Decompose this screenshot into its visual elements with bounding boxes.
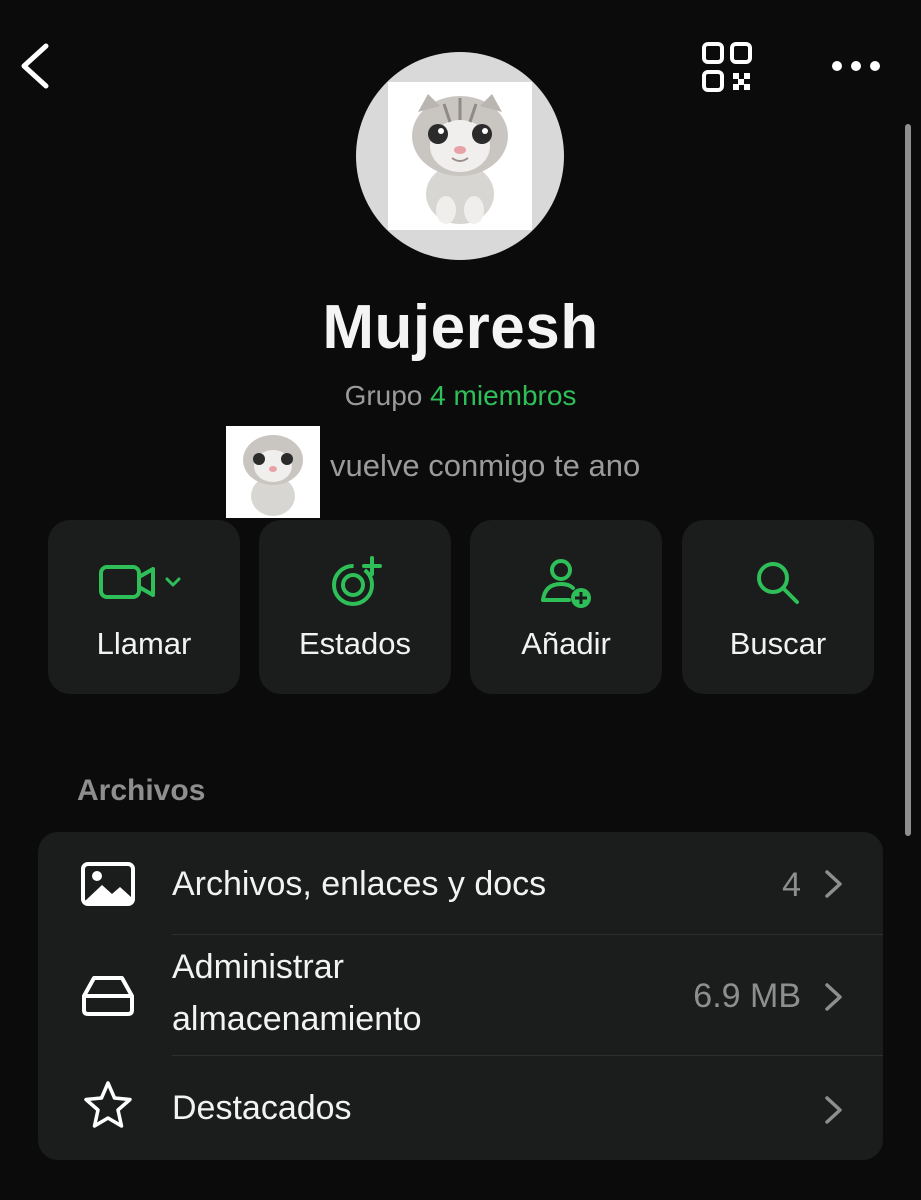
video-call-icon: [99, 565, 181, 599]
group-avatar[interactable]: [356, 52, 564, 260]
manage-storage-label-line2: almacenamiento: [172, 1000, 422, 1038]
manage-storage-row[interactable]: Administrar almacenamiento 6.9 MB: [38, 935, 883, 1055]
back-button[interactable]: [14, 40, 62, 92]
call-button[interactable]: Llamar: [48, 520, 240, 694]
starred-label: Destacados: [172, 1089, 352, 1127]
chevron-left-icon: [21, 43, 49, 89]
media-count: 4: [782, 866, 801, 904]
star-icon: [84, 1081, 132, 1128]
manage-storage-label: Administrar almacenamiento: [172, 941, 421, 1045]
kitten-photo: [388, 82, 532, 230]
group-description: vuelve conmigo te ano: [330, 448, 641, 483]
chevron-right-icon: [825, 983, 842, 1011]
members-count-link[interactable]: 4 miembros: [430, 380, 576, 411]
group-name: Mujeresh: [322, 293, 599, 362]
add-person-icon: [541, 559, 591, 608]
scrollbar[interactable]: [905, 124, 911, 836]
media-links-docs-label: Archivos, enlaces y docs: [172, 865, 547, 903]
group-type-label: Grupo: [344, 380, 423, 411]
qr-code-button[interactable]: [700, 40, 754, 94]
status-button[interactable]: Estados: [259, 520, 451, 694]
manage-storage-label-line1: Administrar: [172, 948, 344, 986]
add-member-button[interactable]: Añadir: [470, 520, 662, 694]
image-icon: [81, 862, 135, 906]
storage-size: 6.9 MB: [693, 977, 801, 1015]
storage-icon: [82, 976, 134, 1016]
add-member-button-label: Añadir: [521, 626, 611, 661]
search-button-label: Buscar: [729, 626, 827, 661]
status-button-label: Estados: [298, 626, 411, 661]
group-info-screen: Mujeresh Grupo 4 miembros vuelve conmigo…: [0, 0, 921, 1200]
status-add-icon: [332, 556, 382, 606]
call-button-label: Llamar: [96, 626, 192, 661]
starred-row[interactable]: Destacados: [38, 1056, 883, 1160]
search-button[interactable]: Buscar: [682, 520, 874, 694]
action-buttons: Llamar Estados Añadir Buscar: [48, 520, 874, 694]
qr-code-icon: [702, 42, 752, 92]
group-meta: Grupo 4 miembros: [0, 380, 921, 412]
files-card: Archivos, enlaces y docs 4 Administrar a…: [38, 832, 883, 1160]
more-options-button[interactable]: [826, 44, 886, 88]
media-links-docs-row[interactable]: Archivos, enlaces y docs 4: [38, 832, 883, 934]
search-icon: [757, 562, 799, 604]
chevron-right-icon: [825, 1096, 842, 1124]
more-horizontal-icon: [832, 61, 880, 71]
chevron-right-icon: [825, 870, 842, 898]
section-title: Archivos: [77, 774, 206, 807]
description-kitten-sticker: [226, 426, 320, 518]
